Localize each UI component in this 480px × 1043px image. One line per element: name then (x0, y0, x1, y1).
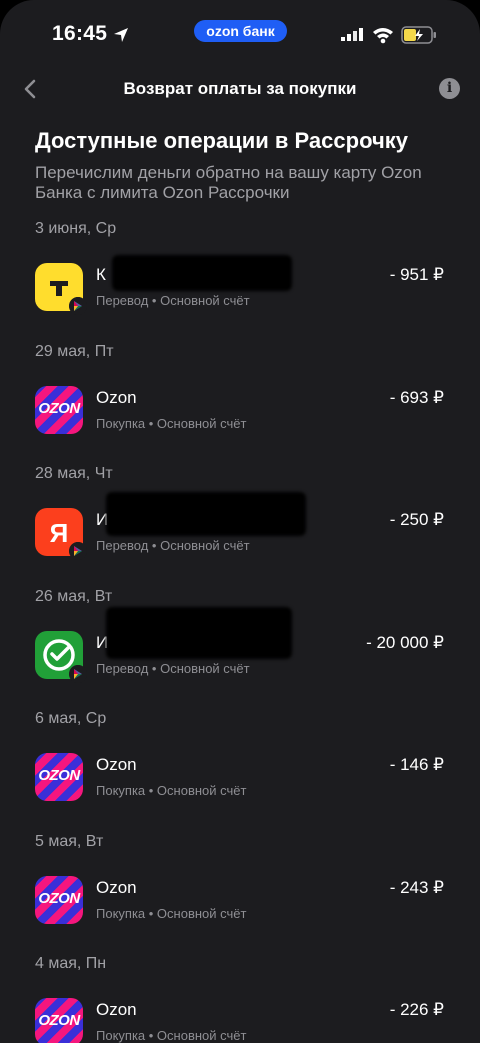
date-label: 5 мая, Вт (35, 832, 104, 850)
operation-meta: Перевод • Основной счёт (96, 293, 250, 308)
page-subheading: Перечислим деньги обратно на вашу карту … (35, 163, 422, 202)
date-label: 28 мая, Чт (35, 465, 113, 482)
redaction-mark (106, 492, 306, 536)
operation-name: Ozon (96, 1000, 137, 1019)
redaction-mark (112, 255, 292, 291)
operation-row[interactable]: OZON Ozon Покупка • Основной счёт - 243 … (0, 866, 480, 926)
operation-amount: - 146 ₽ (389, 755, 444, 774)
screen: 16:45 ozon банк Возврат оплаты за покупк… (0, 0, 480, 1043)
operation-meta: Покупка • Основной счёт (96, 905, 247, 921)
operation-meta: Перевод • Основной счёт (96, 538, 250, 553)
operation-meta: Покупка • Основной счёт (96, 783, 247, 798)
date-label: 4 мая, Пн (35, 955, 107, 972)
ozon-logo-icon: OZON (35, 385, 83, 434)
signal-icon (341, 28, 363, 41)
operation-meta: Перевод • Основной счёт (96, 660, 250, 676)
battery-icon (401, 26, 436, 44)
operation-meta: Покупка • Основной счёт (96, 415, 247, 431)
operation-row[interactable]: И Перевод • Основной счёт - 20 000 ₽ (0, 606, 480, 683)
operation-amount: - 693 ₽ (389, 387, 444, 407)
location-arrow-icon (114, 28, 128, 42)
operation-group: 5 мая, Вт OZON Ozon Покупка • Основной с… (0, 823, 480, 946)
operation-group: 29 мая, Пт OZON Ozon Покупка • Основной … (0, 333, 480, 456)
operation-group: 3 июня, Ср К Перевод • Основной счёт - 9… (0, 210, 480, 333)
operation-name: Ozon (96, 877, 137, 897)
ozon-logo-icon: OZON (35, 998, 83, 1043)
status-time: 16:45 (52, 22, 108, 45)
operation-name: К (96, 265, 106, 284)
nav-title: Возврат оплаты за покупки (123, 79, 357, 98)
operation-group: 4 мая, Пн OZON Ozon Покупка • Основной с… (0, 945, 480, 1043)
status-bar: 16:45 ozon банк (0, 0, 480, 64)
date-label: 29 мая, Пт (35, 342, 114, 360)
operation-name: Ozon (96, 755, 137, 774)
operation-amount: - 20 000 ₽ (366, 632, 444, 652)
operation-row[interactable]: Я И Перевод • Основной счёт - 250 ₽ (0, 492, 480, 560)
operation-row[interactable]: К Перевод • Основной счёт - 951 ₽ (0, 253, 480, 315)
operation-group: 26 мая, Вт И Перевод • Основной счёт - 2… (0, 578, 480, 701)
operations-list: 3 июня, Ср К Перевод • Основной счёт - 9… (0, 210, 480, 1043)
bank-pill[interactable]: ozon банк (194, 20, 287, 42)
date-label: 6 мая, Ср (35, 710, 107, 727)
operation-row[interactable]: OZON Ozon Покупка • Основной счёт - 226 … (0, 988, 480, 1043)
operation-row[interactable]: OZON Ozon Покупка • Основной счёт - 693 … (0, 376, 480, 436)
operation-group: 28 мая, Чт Я И Перевод • Основной счёт -… (0, 455, 480, 578)
page-heading: Доступные операции в Рассрочку (35, 128, 408, 153)
wifi-icon (373, 28, 393, 44)
ozon-logo-icon: OZON (35, 875, 83, 924)
operation-meta: Покупка • Основной счёт (96, 1028, 247, 1043)
operation-group: 6 мая, Ср OZON Ozon Покупка • Основной с… (0, 700, 480, 823)
svg-text:Я: Я (50, 518, 69, 548)
operation-name: Ozon (96, 387, 137, 407)
date-label: 26 мая, Вт (35, 587, 113, 605)
operation-amount: - 250 ₽ (389, 510, 444, 529)
operation-amount: - 243 ₽ (389, 877, 444, 897)
date-label: 3 июня, Ср (35, 220, 117, 237)
sbp-badge-icon (69, 664, 87, 683)
operation-amount: - 226 ₽ (389, 1000, 444, 1019)
ozon-logo-icon: OZON (35, 753, 83, 801)
redaction-mark (106, 606, 292, 659)
sbp-badge-icon (69, 542, 87, 560)
operation-amount: - 951 ₽ (389, 265, 444, 284)
nav-bar: Возврат оплаты за покупки i (0, 64, 480, 114)
info-icon[interactable]: i (439, 78, 460, 99)
sbp-badge-icon (69, 297, 87, 315)
operation-row[interactable]: OZON Ozon Покупка • Основной счёт - 146 … (0, 743, 480, 803)
